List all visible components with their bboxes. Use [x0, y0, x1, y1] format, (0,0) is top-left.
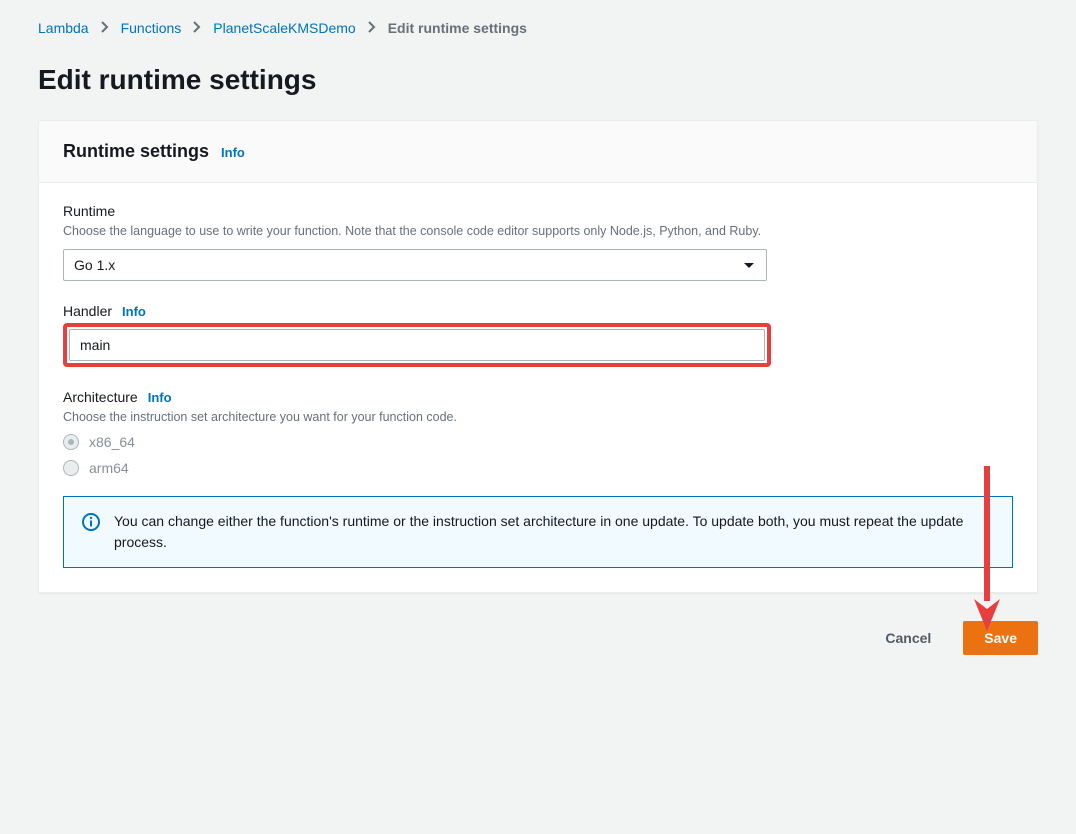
info-alert: You can change either the function's run… [63, 496, 1013, 568]
breadcrumb-functions[interactable]: Functions [121, 20, 182, 36]
breadcrumb-function-name[interactable]: PlanetScaleKMSDemo [213, 20, 355, 36]
architecture-option-label: x86_64 [89, 434, 135, 450]
architecture-info-link[interactable]: Info [148, 390, 172, 405]
handler-highlight [63, 323, 771, 367]
cancel-button[interactable]: Cancel [865, 622, 951, 654]
architecture-option-label: arm64 [89, 460, 129, 476]
save-button[interactable]: Save [963, 621, 1038, 655]
architecture-description: Choose the instruction set architecture … [63, 409, 1013, 427]
runtime-field: Runtime Choose the language to use to wr… [63, 203, 1013, 281]
radio-icon [63, 434, 79, 450]
chevron-right-icon [368, 20, 376, 36]
handler-input[interactable] [69, 329, 765, 361]
architecture-field: Architecture Info Choose the instruction… [63, 389, 1013, 477]
panel-info-link[interactable]: Info [221, 145, 245, 160]
runtime-select[interactable]: Go 1.x [63, 249, 767, 281]
architecture-option-x86-64[interactable]: x86_64 [63, 434, 1013, 450]
handler-label: Handler [63, 303, 112, 319]
chevron-right-icon [101, 20, 109, 36]
info-icon [82, 513, 100, 534]
breadcrumb-lambda[interactable]: Lambda [38, 20, 89, 36]
architecture-option-arm64[interactable]: arm64 [63, 460, 1013, 476]
runtime-settings-panel: Runtime settings Info Runtime Choose the… [38, 120, 1038, 593]
handler-info-link[interactable]: Info [122, 304, 146, 319]
panel-title: Runtime settings [63, 141, 209, 162]
info-alert-text: You can change either the function's run… [114, 511, 994, 553]
handler-field: Handler Info [63, 303, 1013, 367]
panel-header: Runtime settings Info [39, 121, 1037, 183]
runtime-description: Choose the language to use to write your… [63, 223, 1013, 241]
page-title: Edit runtime settings [38, 64, 1038, 96]
actions-row: Cancel Save [38, 621, 1038, 655]
radio-icon [63, 460, 79, 476]
breadcrumb-current: Edit runtime settings [388, 20, 527, 36]
chevron-right-icon [193, 20, 201, 36]
breadcrumb: Lambda Functions PlanetScaleKMSDemo Edit… [38, 20, 1038, 36]
runtime-label: Runtime [63, 203, 115, 219]
architecture-label: Architecture [63, 389, 138, 405]
